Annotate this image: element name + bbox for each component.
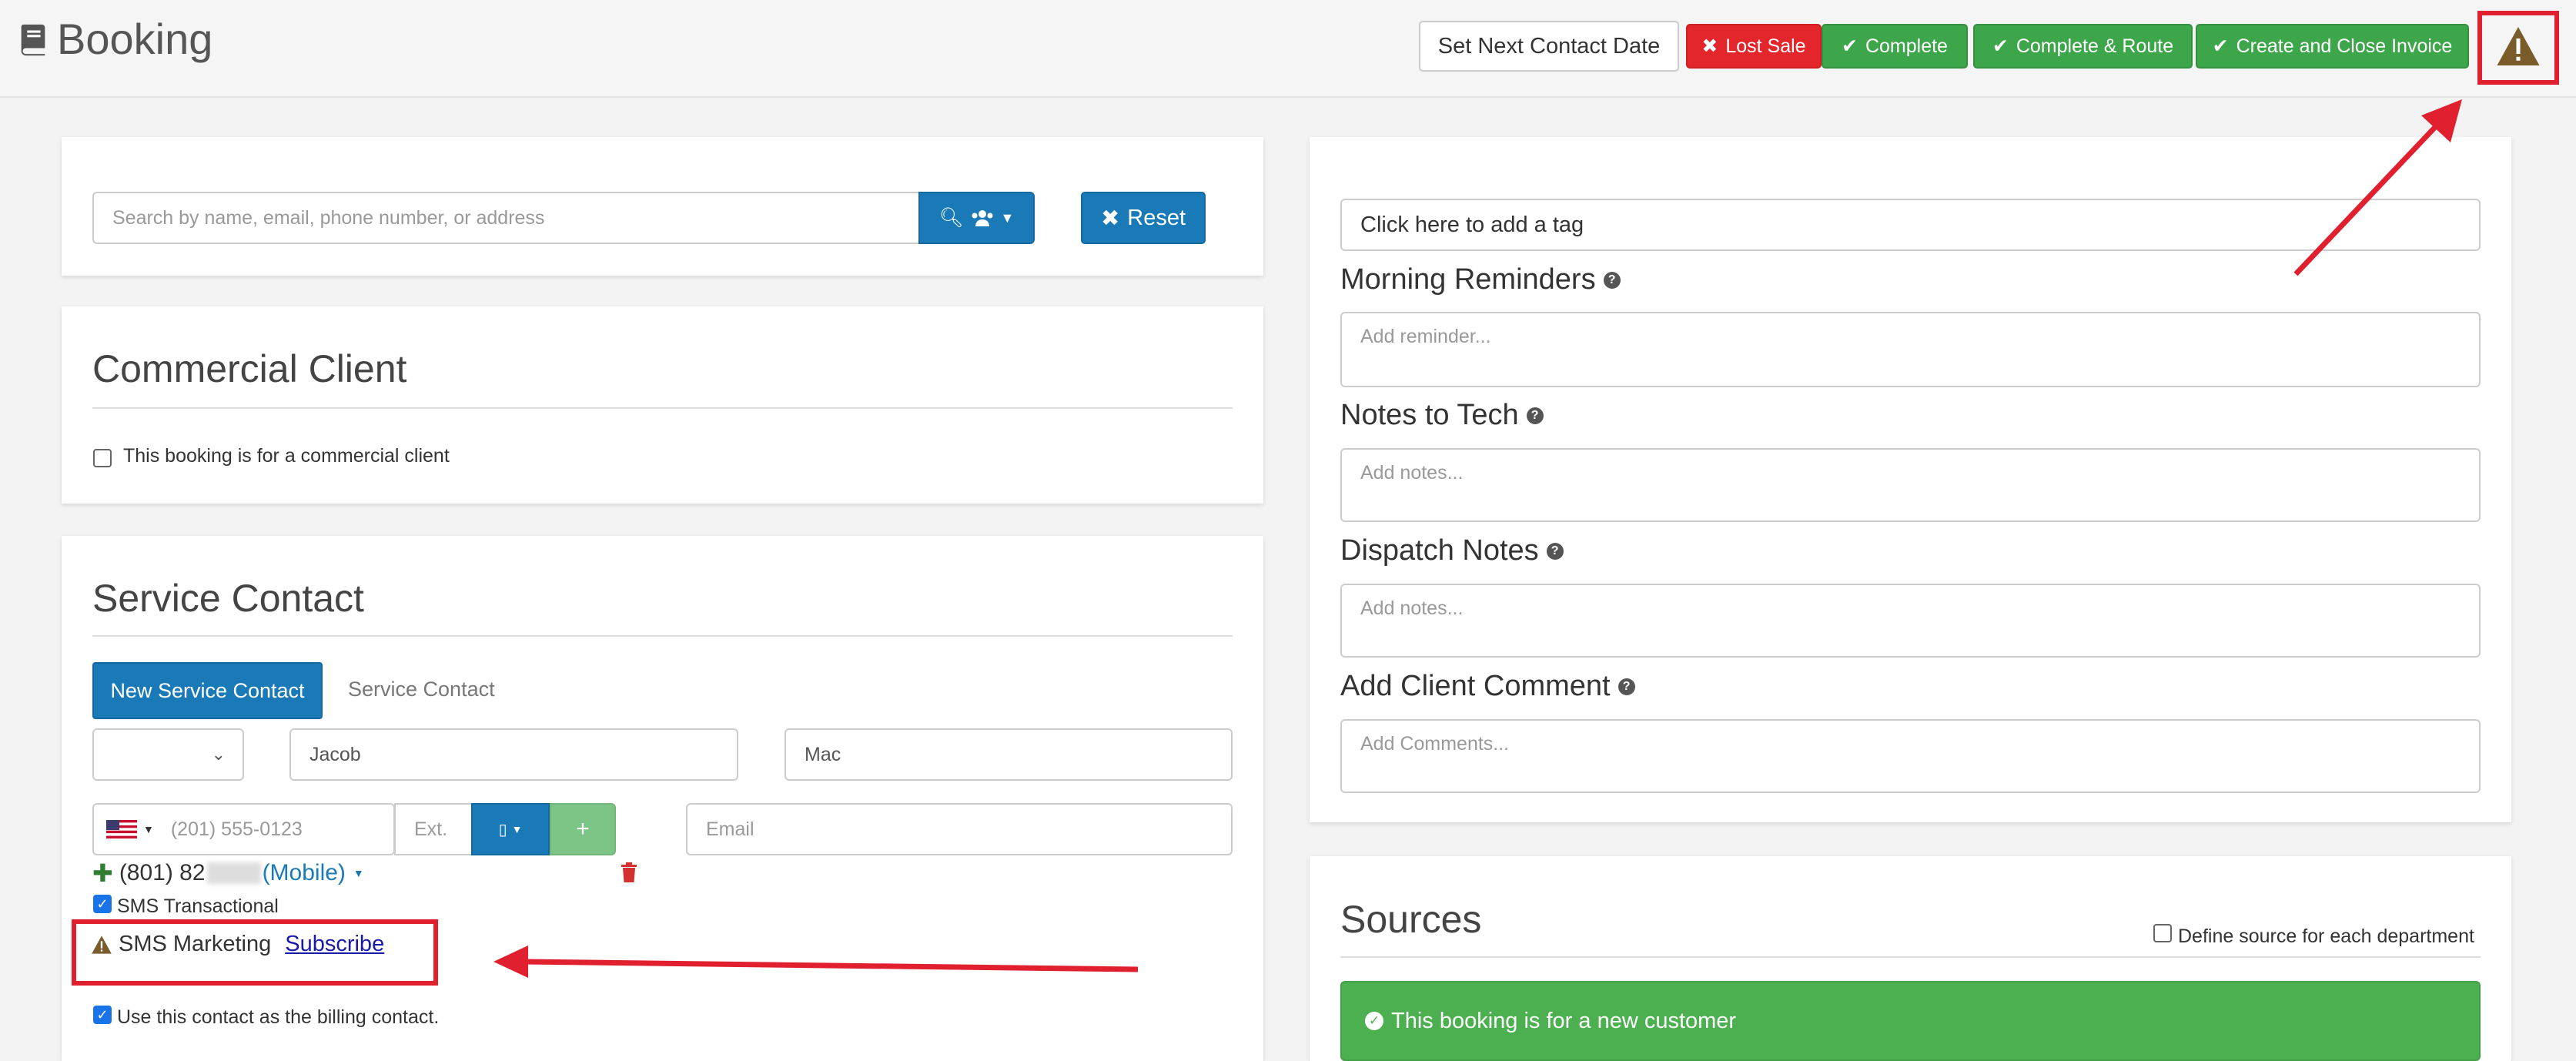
annotation-arrow-to-warning — [2293, 99, 2462, 276]
annotation-arrow-to-sms-marketing — [493, 946, 1139, 978]
annotation-arrows — [493, 99, 2462, 978]
